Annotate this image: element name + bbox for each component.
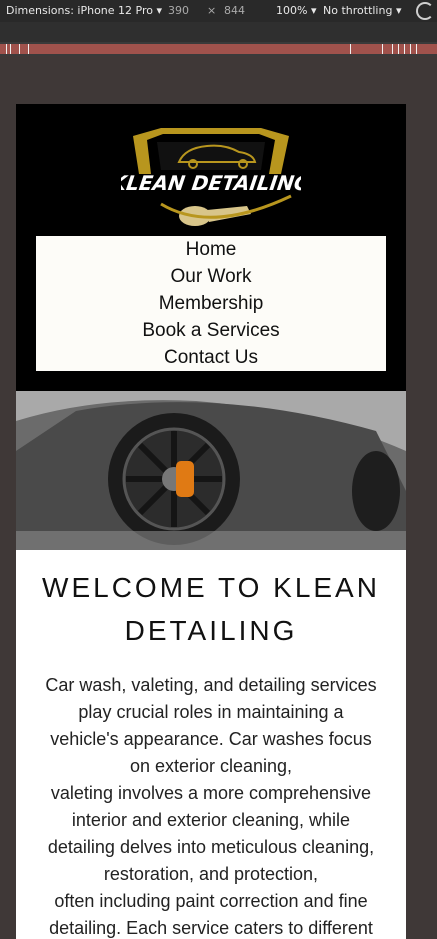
nav-our-work[interactable]: Our Work <box>36 263 386 290</box>
nav-membership[interactable]: Membership <box>36 290 386 317</box>
zoom-label: 100% <box>276 4 308 17</box>
devtools-toolbar: Dimensions: iPhone 12 Pro ▾ 390 × 844 10… <box>0 0 437 22</box>
paragraph-line: vehicle's appearance. Car washes focus <box>50 729 372 749</box>
main-nav: Home Our Work Membership Book a Services… <box>36 236 386 371</box>
paragraph-line: interior and exterior cleaning, while <box>71 810 351 830</box>
welcome-line-2: DETAILING <box>124 615 298 646</box>
device-ruler <box>0 22 437 42</box>
nav-contact-us[interactable]: Contact Us <box>36 344 386 371</box>
nav-home[interactable]: Home <box>36 236 386 263</box>
media-query-bar[interactable] <box>0 42 437 56</box>
times-symbol: × <box>207 4 217 17</box>
paragraph-line: Car wash, valeting, and detailing servic… <box>45 675 377 695</box>
zoom-select[interactable]: 100% ▾ <box>276 4 316 17</box>
welcome-heading: WELCOME TO KLEAN DETAILING <box>16 566 406 652</box>
chevron-down-icon: ▾ <box>156 4 163 17</box>
device-label: Dimensions: iPhone 12 Pro <box>6 4 153 17</box>
site-header: KLEAN DETAILING Home Our Work Membership… <box>16 104 406 391</box>
nav-book-services[interactable]: Book a Services <box>36 317 386 344</box>
throttling-select[interactable]: No throttling ▾ <box>323 4 401 17</box>
hero-image <box>16 391 406 550</box>
height-input[interactable]: 844 <box>224 4 245 17</box>
paragraph-line: detailing delves into meticulous cleanin… <box>47 837 375 857</box>
width-input[interactable]: 390 <box>168 4 189 17</box>
paragraph-line: on exterior cleaning, <box>129 756 293 776</box>
intro-paragraph: Car wash, valeting, and detailing servic… <box>24 672 398 939</box>
paragraph-line: play crucial roles in maintaining a <box>78 702 344 722</box>
rotate-icon[interactable] <box>416 2 434 20</box>
welcome-line-1: WELCOME TO KLEAN <box>42 572 380 603</box>
device-select[interactable]: Dimensions: iPhone 12 Pro ▾ <box>6 4 162 17</box>
chevron-down-icon: ▾ <box>395 4 402 17</box>
device-viewport: KLEAN DETAILING Home Our Work Membership… <box>16 104 406 939</box>
paragraph-line: valeting involves a more comprehensive <box>50 783 372 803</box>
chevron-down-icon: ▾ <box>310 4 317 17</box>
svg-text:KLEAN DETAILING: KLEAN DETAILING <box>121 171 301 195</box>
throttling-label: No throttling <box>323 4 393 17</box>
paragraph-line: restoration, and protection, <box>103 864 319 884</box>
paragraph-line: often including paint correction and fin… <box>54 891 368 911</box>
klean-detailing-logo[interactable]: KLEAN DETAILING <box>121 124 301 234</box>
paragraph-line: detailing. Each service caters to differ… <box>49 918 373 938</box>
